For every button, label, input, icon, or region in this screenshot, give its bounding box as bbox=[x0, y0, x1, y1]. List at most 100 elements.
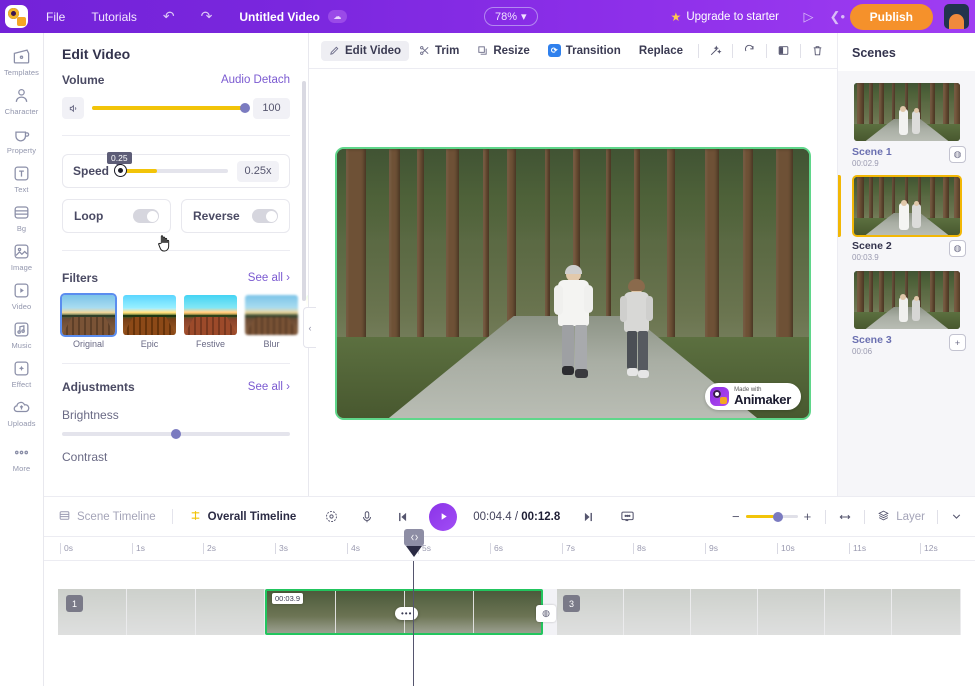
zoom-level-selector[interactable]: 78% ▾ bbox=[484, 7, 538, 26]
project-title[interactable]: Untitled Video bbox=[225, 0, 327, 33]
scene-item-3[interactable]: Scene 3 00:06 + bbox=[838, 269, 975, 363]
speed-slider-knob[interactable] bbox=[115, 165, 127, 176]
publish-button[interactable]: Publish bbox=[849, 4, 933, 30]
zoom-out-button[interactable]: − bbox=[732, 509, 740, 524]
user-avatar[interactable] bbox=[944, 4, 969, 29]
scene-thumbnail[interactable] bbox=[852, 269, 962, 331]
top-bar-actions: ▷ ❮• bbox=[804, 0, 845, 33]
share-icon[interactable]: ❮• bbox=[830, 9, 845, 25]
filter-label: Original bbox=[72, 339, 104, 349]
rail-item-character[interactable]: Character bbox=[0, 80, 44, 119]
microphone-icon[interactable] bbox=[360, 510, 374, 524]
speaker-icon[interactable] bbox=[62, 97, 84, 119]
rail-item-text[interactable]: Text bbox=[0, 158, 44, 197]
rail-item-music[interactable]: Music bbox=[0, 314, 44, 353]
reverse-control[interactable]: Reverse bbox=[181, 199, 290, 233]
filter-item-original[interactable]: Original bbox=[60, 293, 117, 349]
filter-preview bbox=[245, 295, 298, 335]
timeline-zoom-slider[interactable] bbox=[745, 511, 798, 522]
undo-button[interactable]: ↶ bbox=[150, 0, 188, 33]
join-clips-icon[interactable]: ◍ bbox=[536, 605, 556, 622]
volume-slider-knob[interactable] bbox=[240, 103, 250, 113]
filter-item-blur[interactable]: Blur bbox=[245, 295, 298, 349]
edit-video-button[interactable]: Edit Video bbox=[321, 40, 410, 61]
volume-value[interactable]: 100 bbox=[253, 97, 290, 119]
reverse-toggle[interactable] bbox=[252, 209, 278, 223]
tab-scene-timeline[interactable]: Scene Timeline bbox=[58, 509, 156, 525]
brightness-slider-row bbox=[62, 429, 290, 439]
clip-options-button[interactable]: ••• bbox=[395, 607, 419, 620]
play-present-icon[interactable]: ▷ bbox=[804, 9, 814, 25]
flip-icon[interactable] bbox=[774, 44, 793, 57]
duplicate-icon[interactable]: ◍ bbox=[949, 240, 966, 257]
replace-button[interactable]: Replace bbox=[631, 41, 691, 61]
rail-label: Bg bbox=[16, 224, 27, 233]
transition-button[interactable]: ⟳ Transition bbox=[540, 40, 629, 61]
magic-wand-icon[interactable] bbox=[706, 44, 725, 57]
timeline-clip-scene3[interactable] bbox=[557, 589, 961, 635]
zoom-in-button[interactable]: + bbox=[804, 509, 812, 524]
add-icon[interactable]: + bbox=[949, 334, 966, 351]
timeline-zoom-knob[interactable] bbox=[772, 511, 783, 522]
volume-slider[interactable] bbox=[92, 103, 250, 113]
scene-item-2[interactable]: Scene 2 00:03.9 ◍ bbox=[838, 175, 975, 269]
rail-item-bg[interactable]: Bg bbox=[0, 197, 44, 236]
fit-width-icon[interactable] bbox=[838, 510, 852, 524]
rail-item-image[interactable]: Image bbox=[0, 236, 44, 275]
chevron-down-icon[interactable] bbox=[950, 510, 963, 523]
resize-label: Resize bbox=[493, 44, 530, 57]
chevron-down-icon: ▾ bbox=[521, 11, 527, 23]
playhead-handle[interactable] bbox=[404, 529, 424, 546]
skip-next-icon[interactable] bbox=[582, 510, 596, 524]
rail-item-more[interactable]: More bbox=[0, 437, 44, 476]
collapse-panel-button[interactable]: ‹ bbox=[303, 307, 316, 348]
focus-icon[interactable] bbox=[324, 509, 339, 524]
rail-item-property[interactable]: Property bbox=[0, 119, 44, 158]
filter-item-epic[interactable]: Epic bbox=[123, 295, 176, 349]
filters-see-all[interactable]: See all › bbox=[248, 272, 290, 284]
scene-thumbnail[interactable] bbox=[852, 175, 962, 237]
rail-item-effect[interactable]: Effect bbox=[0, 353, 44, 392]
rail-item-templates[interactable]: Templates bbox=[0, 41, 44, 80]
layer-button[interactable]: Layer bbox=[877, 509, 925, 525]
trash-icon[interactable] bbox=[808, 44, 827, 57]
track-badge-right[interactable]: 3 bbox=[563, 595, 580, 612]
track-badge-left[interactable]: 1 bbox=[66, 595, 83, 612]
menu-file[interactable]: File bbox=[33, 0, 78, 33]
video-preview[interactable]: Made with Animaker bbox=[335, 147, 811, 420]
brightness-slider[interactable] bbox=[62, 429, 290, 439]
app-logo[interactable] bbox=[0, 0, 33, 33]
scene-item-1[interactable]: Scene 1 00:02.9 ◍ bbox=[838, 81, 975, 175]
adjustments-see-all[interactable]: See all › bbox=[248, 381, 290, 393]
runner-figure-1 bbox=[554, 265, 596, 397]
transition-icon: ⟳ bbox=[547, 44, 561, 57]
more-icon bbox=[11, 442, 32, 463]
runner-figure-2 bbox=[620, 278, 656, 399]
timeline-clip-scene1[interactable] bbox=[58, 589, 265, 635]
trim-button[interactable]: Trim bbox=[411, 41, 467, 61]
skip-previous-icon[interactable] bbox=[395, 510, 409, 524]
rail-item-video[interactable]: Video bbox=[0, 275, 44, 314]
redo-button[interactable]: ↷ bbox=[188, 0, 226, 33]
resize-button[interactable]: Resize bbox=[469, 41, 537, 61]
scene-thumbnail[interactable] bbox=[852, 81, 962, 143]
loop-control[interactable]: Loop bbox=[62, 199, 171, 233]
speed-slider[interactable]: 0.25 bbox=[107, 152, 228, 176]
rail-item-uploads[interactable]: Uploads bbox=[0, 392, 44, 431]
scene-selected-indicator bbox=[838, 175, 841, 237]
upgrade-button[interactable]: ★ Upgrade to starter bbox=[671, 0, 779, 33]
brightness-slider-knob[interactable] bbox=[171, 429, 181, 439]
duplicate-icon[interactable]: ◍ bbox=[949, 146, 966, 163]
audio-detach-link[interactable]: Audio Detach bbox=[221, 74, 290, 86]
panel-scrollbar[interactable] bbox=[302, 81, 306, 301]
menu-tutorials[interactable]: Tutorials bbox=[78, 0, 150, 33]
play-button[interactable] bbox=[429, 502, 458, 531]
rotate-icon[interactable] bbox=[740, 44, 759, 57]
reverse-label: Reverse bbox=[193, 209, 240, 223]
filter-item-festive[interactable]: Festive bbox=[184, 295, 237, 349]
speed-value[interactable]: 0.25x bbox=[237, 160, 279, 182]
tab-overall-timeline[interactable]: Overall Timeline bbox=[189, 509, 296, 525]
loop-toggle[interactable] bbox=[133, 209, 159, 223]
left-icon-rail: Templates Character Property Text Bg Ima… bbox=[0, 33, 44, 686]
caption-icon[interactable] bbox=[620, 509, 635, 524]
